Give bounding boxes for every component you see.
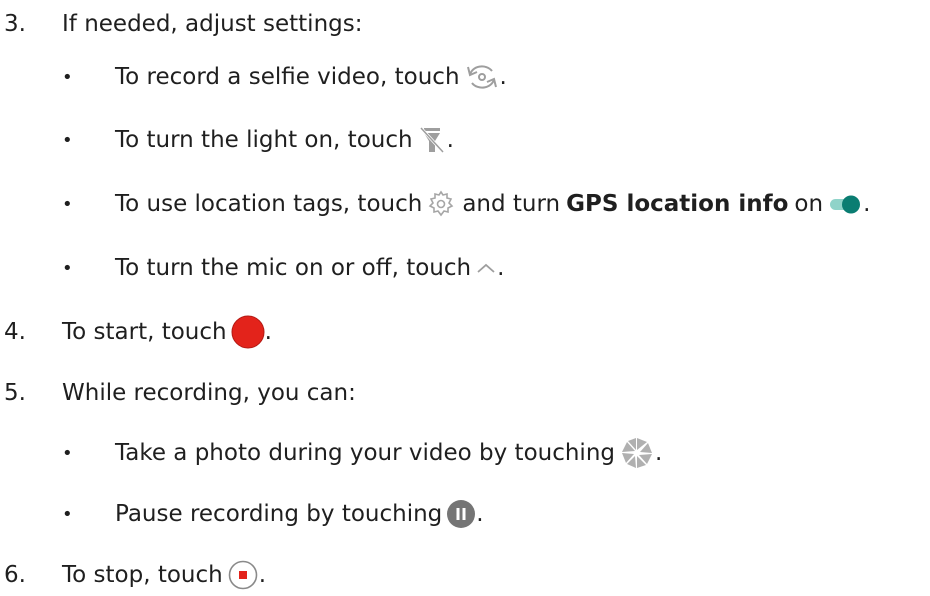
chevron-up-icon	[475, 258, 497, 278]
bullet-selfie: • To record a selfie video, touch .	[0, 61, 930, 93]
step-number: 6.	[4, 562, 26, 588]
record-icon	[231, 315, 265, 349]
bullet-text-before: Pause recording by touching	[115, 501, 443, 527]
step-number: 4.	[4, 319, 26, 345]
bullet-pause: • Pause recording by touching .	[0, 498, 930, 530]
bullet-text-on: on	[794, 191, 824, 217]
bullet-marker: •	[62, 257, 73, 279]
bullet-text-before: Take a photo during your video by touchi…	[115, 440, 616, 466]
bullet-photo: • Take a photo during your video by touc…	[0, 437, 930, 469]
bullet-marker: •	[62, 193, 73, 215]
bullet-text-before: To record a selfie video, touch	[115, 64, 460, 90]
bullet-text: To use location tags, touch and turn GPS…	[115, 189, 870, 219]
step-text: To stop, touch .	[62, 559, 266, 591]
bullet-text: Pause recording by touching .	[115, 499, 484, 529]
step-text-before: To stop, touch	[62, 562, 223, 588]
bullet-text-after: .	[446, 127, 454, 153]
step-6: 6. To stop, touch .	[0, 559, 930, 591]
bullet-text-after: .	[497, 255, 505, 281]
pause-icon	[446, 499, 476, 529]
bullet-text-middle: and turn	[462, 191, 561, 217]
bullet-text: To record a selfie video, touch .	[115, 62, 507, 92]
step-4: 4. To start, touch .	[0, 315, 930, 349]
bullet-text: To turn the light on, touch .	[115, 125, 454, 155]
gps-location-info-label: GPS location info	[566, 191, 789, 217]
bullet-text-after: .	[863, 191, 871, 217]
bullet-text-after: .	[655, 440, 663, 466]
step-text-before: To start, touch	[62, 319, 227, 345]
bullet-text: Take a photo during your video by touchi…	[115, 436, 662, 470]
settings-icon	[426, 189, 456, 219]
bullet-marker: •	[62, 503, 73, 525]
stop-icon	[227, 559, 259, 591]
step-number: 5.	[4, 380, 26, 406]
bullet-text-after: .	[476, 501, 484, 527]
bullet-text-before: To use location tags, touch	[115, 191, 423, 217]
step-text-after: .	[258, 562, 267, 588]
bullet-text-after: .	[499, 64, 507, 90]
flash-off-icon	[417, 125, 447, 155]
shutter-icon	[619, 436, 655, 470]
bullet-text: To turn the mic on or off, touch .	[115, 255, 504, 281]
bullet-marker: •	[62, 442, 73, 464]
step-text: If needed, adjust settings:	[62, 11, 363, 37]
step-text: To start, touch .	[62, 315, 272, 349]
bullet-text-before: To turn the mic on or off, touch	[115, 255, 472, 281]
bullet-light: • To turn the light on, touch .	[0, 124, 930, 156]
bullet-text-before: To turn the light on, touch	[115, 127, 413, 153]
bullet-location: • To use location tags, touch and turn G…	[0, 188, 930, 220]
switch-camera-icon	[464, 62, 500, 92]
toggle-on-icon	[827, 192, 863, 216]
step-number: 3.	[4, 11, 26, 37]
step-text-after: .	[264, 319, 272, 345]
bullet-mic: • To turn the mic on or off, touch .	[0, 252, 930, 284]
step-text: While recording, you can:	[62, 380, 356, 406]
bullet-marker: •	[62, 129, 73, 151]
bullet-marker: •	[62, 66, 73, 88]
